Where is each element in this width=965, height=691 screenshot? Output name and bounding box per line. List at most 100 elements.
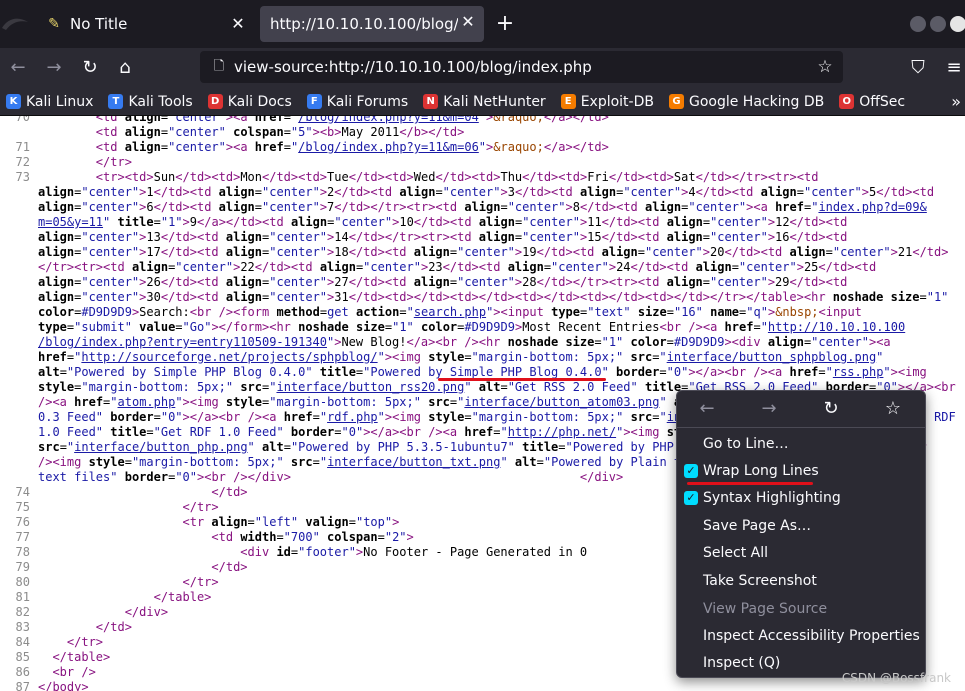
- menu-item-go-to-line[interactable]: Go to Line…: [677, 431, 925, 457]
- watermark: CSDN @Bossfrank: [841, 671, 951, 685]
- source-line: 71 <td align="center"><a href="/blog/ind…: [0, 140, 965, 155]
- close-tab-icon[interactable]: ✕: [228, 14, 248, 34]
- menu-item-take-screenshot[interactable]: Take Screenshot: [677, 568, 925, 594]
- kali-logo-icon: [2, 18, 28, 30]
- bookmark-offsec[interactable]: O OffSec: [839, 94, 905, 110]
- bookmark-kali-forums[interactable]: F Kali Forums: [306, 94, 408, 110]
- source-line: </tr><tr><td align="center">22</td><td a…: [38, 260, 877, 274]
- menu-item-label: Inspect (Q): [703, 655, 781, 671]
- bookmark-star-icon[interactable]: ☆: [881, 397, 905, 421]
- context-menu: ← → ↻ ☆ Go to Line… ✓ Wrap Long Lines ✓ Sy…: [676, 390, 926, 678]
- forward-arrow-icon[interactable]: →: [757, 397, 781, 421]
- line-number: 85: [15, 650, 30, 664]
- menu-item-label: Save Page As…: [703, 518, 812, 534]
- url-bar[interactable]: 🗋 view-source:http://10.10.10.100/blog/i…: [200, 51, 843, 83]
- kali-docs-icon: D: [207, 94, 223, 109]
- kali-icon: K: [6, 94, 21, 109]
- home-icon[interactable]: ⌂: [113, 56, 137, 80]
- menu-item-label: View Page Source: [703, 601, 828, 617]
- source-line: m=05&y=11" title="1">9</a></td><td align…: [38, 215, 848, 229]
- bookmark-exploit-db[interactable]: E Exploit-DB: [560, 93, 654, 110]
- bookmark-label: OffSec: [859, 93, 906, 110]
- tab-no-title[interactable]: ✎ No Title ✕: [32, 8, 254, 40]
- back-arrow-icon[interactable]: ←: [695, 397, 719, 421]
- bookmark-label: Kali Tools: [128, 93, 193, 110]
- bookmark-kali-linux[interactable]: K Kali Linux: [6, 94, 93, 110]
- maximize-button[interactable]: [930, 16, 946, 32]
- navigation-bar: ← → ↻ ⌂ 🗋 view-source:http://10.10.10.10…: [0, 48, 965, 88]
- bookmark-label: Google Hacking DB: [688, 93, 825, 110]
- source-line: type="submit" value="Go"></form><hr nosh…: [38, 320, 906, 334]
- source-line: href="http://sourceforge.net/projects/sp…: [38, 350, 884, 364]
- back-arrow-icon[interactable]: ←: [6, 56, 30, 80]
- nethunter-icon: N: [423, 94, 439, 109]
- source-line: align="center">17</td><td align="center"…: [38, 245, 949, 259]
- line-number: 79: [15, 560, 30, 574]
- document-icon: ✎: [48, 16, 60, 32]
- reload-icon[interactable]: ↻: [78, 56, 102, 80]
- minimize-button[interactable]: [910, 16, 926, 32]
- close-tab-icon[interactable]: ✕: [458, 12, 478, 32]
- menu-item-label: Syntax Highlighting: [703, 490, 841, 506]
- tab-strip: ✎ No Title ✕ http://10.10.10.100/blog/in…: [0, 0, 965, 48]
- source-line: 70 <td align="center"><a href="/blog/ind…: [0, 116, 965, 125]
- line-number: 73: [15, 170, 30, 184]
- line-number: 75: [15, 500, 30, 514]
- menu-item-select-all[interactable]: Select All: [677, 540, 925, 566]
- source-line: color=#D9D9D9>Search:<br /><form method=…: [38, 305, 862, 319]
- line-number: 82: [15, 605, 30, 619]
- menu-hamburger-icon[interactable]: ≡: [942, 56, 965, 80]
- menu-item-syntax-highlighting[interactable]: ✓ Syntax Highlighting: [677, 485, 925, 511]
- line-number: 78: [15, 545, 30, 559]
- menu-item-label: Wrap Long Lines: [703, 463, 819, 479]
- line-number: 72: [15, 155, 30, 169]
- tab-title: No Title: [70, 15, 128, 33]
- line-number: 86: [15, 665, 30, 679]
- line-number: 87: [15, 680, 30, 691]
- bookmark-label: Kali Docs: [227, 93, 292, 110]
- more-bookmarks-chevron-icon[interactable]: »: [951, 92, 961, 111]
- line-number: 83: [15, 620, 30, 634]
- source-line: /blog/index.php?entry=entry110509-191340…: [38, 335, 891, 349]
- source-line: <td align="center" colspan="5"><b>May 20…: [95, 125, 465, 139]
- kali-tools-icon: T: [108, 94, 124, 109]
- line-number: 70: [15, 116, 30, 124]
- close-window-button[interactable]: [950, 16, 965, 32]
- bookmark-kali-docs[interactable]: D Kali Docs: [207, 93, 292, 110]
- source-code: <td align="center"><a href="/blog/index.…: [95, 116, 609, 124]
- bookmark-kali-nethunter[interactable]: N Kali NetHunter: [423, 93, 546, 110]
- bookmark-label: Kali NetHunter: [443, 93, 546, 110]
- page-info-icon[interactable]: 🗋: [210, 58, 228, 76]
- pocket-icon[interactable]: ⛉: [906, 56, 930, 80]
- menu-item-wrap-long-lines[interactable]: ✓ Wrap Long Lines: [677, 458, 925, 484]
- new-tab-button[interactable]: +: [494, 13, 516, 35]
- source-line: align="center">26</td><td align="center"…: [38, 275, 848, 289]
- source-line: 87 </body>: [0, 680, 965, 691]
- reload-icon[interactable]: ↻: [819, 397, 843, 421]
- line-number: 80: [15, 575, 30, 589]
- menu-item-save-page-as[interactable]: Save Page As…: [677, 513, 925, 539]
- tab-title: http://10.10.10.100/blog/index.php: [270, 15, 458, 33]
- bookmark-label: Kali Linux: [26, 93, 94, 110]
- checkmark-icon: ✓: [684, 491, 698, 505]
- tab-active[interactable]: http://10.10.10.100/blog/index.php ✕: [260, 6, 484, 42]
- source-line: 73 <tr><td>Sun</td><td>Mon</td><td>Tue</…: [0, 170, 965, 185]
- source-line: align="center">6</td><td align="center">…: [38, 200, 927, 214]
- bookmark-google-hacking-db[interactable]: G Google Hacking DB: [668, 93, 825, 110]
- forward-arrow-icon[interactable]: →: [42, 56, 66, 80]
- line-number: 76: [15, 515, 30, 529]
- offsec-icon: O: [839, 94, 855, 109]
- line-number: 71: [15, 140, 30, 154]
- url-text: view-source:http://10.10.10.100/blog/ind…: [234, 58, 592, 76]
- source-line: 72 </tr>: [0, 155, 965, 170]
- line-number: 84: [15, 635, 30, 649]
- exploit-db-icon: E: [560, 94, 576, 109]
- source-line: align="center">13</td><td align="center"…: [38, 230, 848, 244]
- checkmark-icon: ✓: [684, 464, 698, 478]
- bookmark-label: Exploit-DB: [580, 93, 654, 110]
- bookmark-star-icon[interactable]: ☆: [815, 57, 835, 77]
- menu-item-inspect-accessibility[interactable]: Inspect Accessibility Properties: [677, 623, 925, 649]
- bookmark-kali-tools[interactable]: T Kali Tools: [108, 93, 193, 110]
- kali-forums-icon: F: [306, 94, 322, 109]
- ghdb-icon: G: [668, 94, 684, 109]
